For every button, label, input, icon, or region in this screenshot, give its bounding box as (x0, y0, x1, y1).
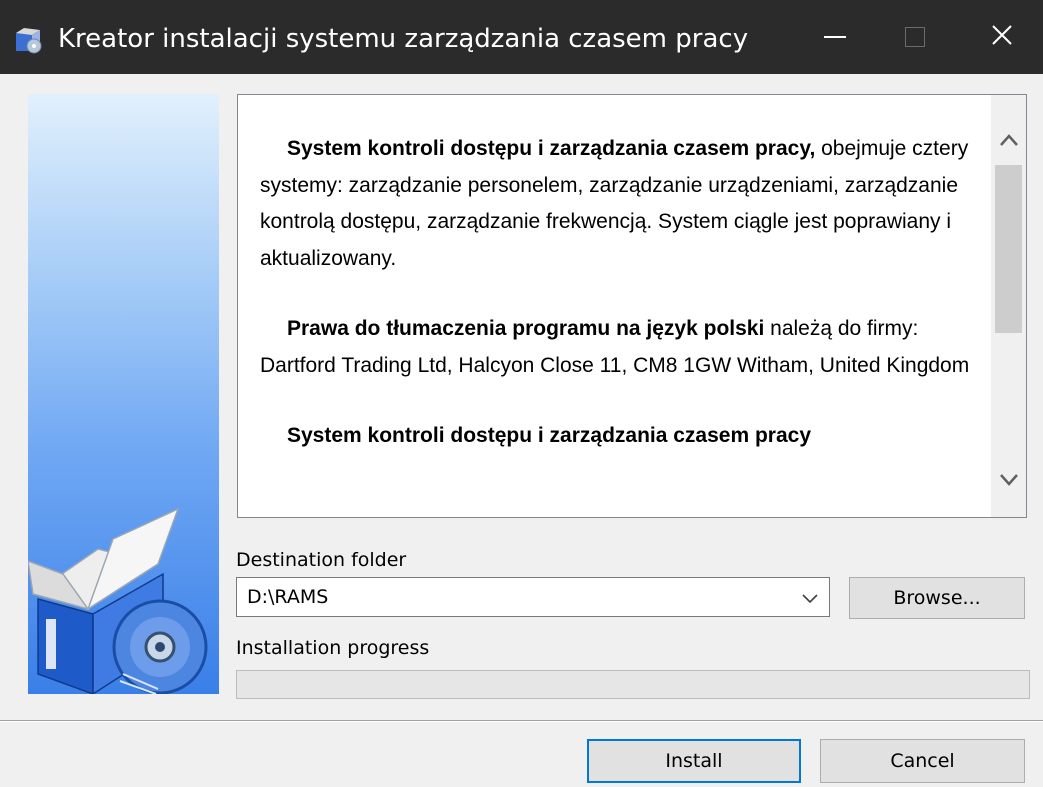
installation-progress-label: Installation progress (236, 637, 430, 659)
installation-progress-bar (236, 670, 1030, 699)
maximize-icon (905, 27, 925, 47)
destination-folder-combobox[interactable]: D:\RAMS (236, 577, 830, 617)
close-button[interactable] (960, 0, 1043, 74)
cancel-button[interactable]: Cancel (820, 739, 1025, 783)
title-bar[interactable]: Kreator instalacji systemu zarządzania c… (0, 0, 1043, 74)
license-text: System kontroli dostępu i zarządzania cz… (260, 131, 990, 489)
chevron-up-icon (999, 131, 1018, 150)
destination-folder-label: Destination folder (236, 549, 407, 571)
scrollbar-thumb[interactable] (995, 165, 1022, 333)
installer-app-icon (13, 25, 43, 55)
installer-window: Kreator instalacji systemu zarządzania c… (0, 0, 1043, 787)
minimize-icon (824, 36, 846, 38)
software-box-cd-icon (28, 507, 208, 694)
scroll-down-button[interactable] (991, 461, 1026, 499)
paragraph-3: System kontroli dostępu i zarządzania cz… (260, 418, 990, 455)
paragraph-1: System kontroli dostępu i zarządzania cz… (260, 131, 990, 277)
window-title: Kreator instalacji systemu zarządzania c… (58, 24, 749, 54)
paragraph-3-heading: System kontroli dostępu i zarządzania cz… (287, 424, 812, 447)
chevron-down-icon (999, 471, 1018, 490)
chevron-down-icon[interactable] (801, 590, 819, 604)
vertical-scrollbar[interactable] (991, 95, 1026, 517)
maximize-button[interactable] (880, 0, 950, 74)
paragraph-1-heading: System kontroli dostępu i zarządzania cz… (287, 137, 816, 160)
paragraph-2-heading: Prawa do tłumaczenia programu na język p… (287, 317, 765, 340)
destination-folder-value: D:\RAMS (247, 586, 329, 608)
close-icon (991, 24, 1013, 50)
footer-divider-highlight (0, 721, 1043, 722)
scroll-up-button[interactable] (991, 121, 1026, 159)
license-text-box[interactable]: System kontroli dostępu i zarządzania cz… (237, 94, 1027, 518)
minimize-button[interactable] (800, 0, 870, 74)
install-button[interactable]: Install (587, 739, 801, 783)
browse-button[interactable]: Browse... (849, 577, 1025, 619)
side-banner (28, 94, 219, 694)
paragraph-2: Prawa do tłumaczenia programu na język p… (260, 311, 990, 384)
